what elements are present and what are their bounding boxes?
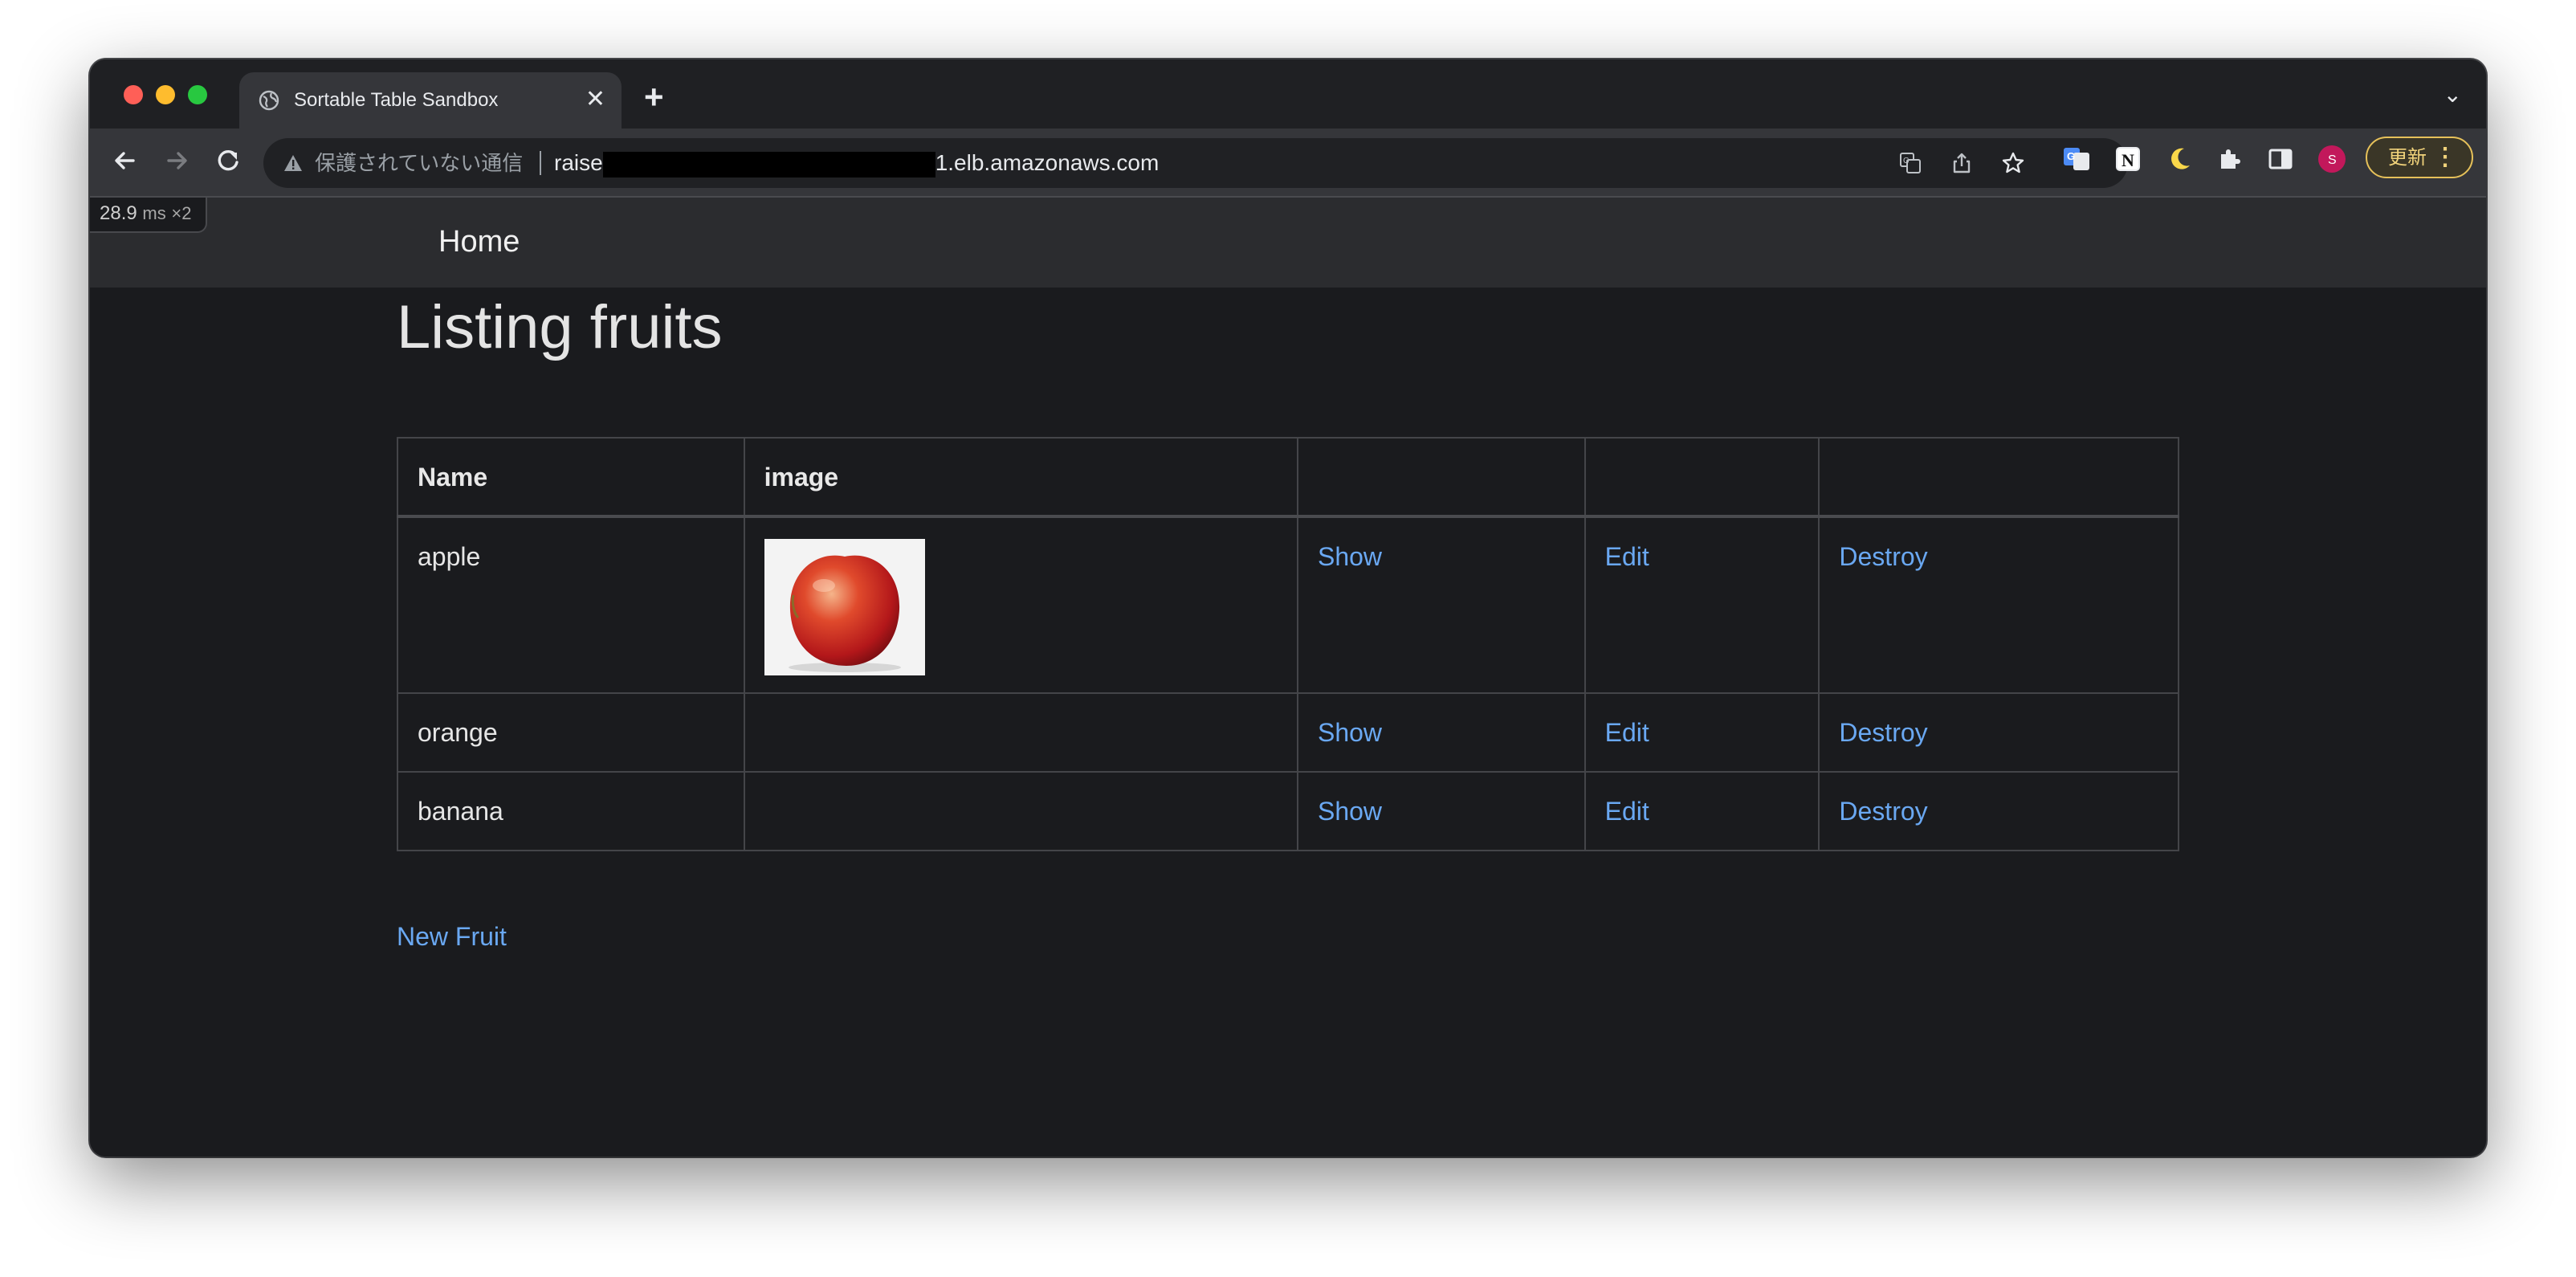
cell-destroy: Destroy <box>1818 516 2179 694</box>
more-menu-icon[interactable]: ⋮ <box>2433 144 2457 171</box>
cell-edit: Edit <box>1584 771 1820 851</box>
reload-icon[interactable] <box>210 143 246 178</box>
url-prefix: raise <box>554 150 603 175</box>
edit-link[interactable]: Edit <box>1605 797 1649 826</box>
browser-toolbar: 保護されていない通信 raise 1.elb.amazonaws.com G G … <box>90 129 2486 198</box>
close-window-button[interactable] <box>124 85 143 104</box>
url-text[interactable]: raise 1.elb.amazonaws.com <box>554 149 1159 177</box>
cell-name: banana <box>397 771 745 851</box>
table-row: banana Show Edit Destroy <box>397 771 2179 851</box>
table-row: orange Show Edit Destroy <box>397 692 2179 773</box>
side-panel-icon[interactable] <box>2266 145 2295 173</box>
google-translate-ext-icon[interactable]: G <box>2062 145 2091 173</box>
extensions-puzzle-icon[interactable] <box>2215 145 2244 173</box>
cell-name: orange <box>397 692 745 773</box>
cell-image <box>743 516 1298 694</box>
cell-destroy: Destroy <box>1818 692 2179 773</box>
column-header-image[interactable]: image <box>743 437 1298 517</box>
update-label: 更新 <box>2388 147 2427 169</box>
cell-image <box>743 771 1298 851</box>
cell-show: Show <box>1296 516 1586 694</box>
browser-window: Sortable Table Sandbox ✕ + ⌄ 保護されていない通信 … <box>90 59 2486 1157</box>
perf-badge: 28.9 ms ×2 <box>90 198 208 233</box>
svg-text:N: N <box>2122 150 2134 170</box>
perf-multiplier: ×2 <box>171 203 192 223</box>
translate-icon[interactable]: G <box>1898 151 1922 175</box>
tab-title: Sortable Table Sandbox <box>294 89 499 111</box>
url-separator <box>540 151 541 175</box>
maximize-window-button[interactable] <box>188 85 207 104</box>
forward-arrow-icon[interactable] <box>159 143 194 178</box>
svg-text:G: G <box>2067 150 2075 162</box>
redacted-block <box>602 151 935 177</box>
edit-link[interactable]: Edit <box>1605 718 1649 747</box>
cell-show: Show <box>1296 771 1586 851</box>
address-bar[interactable]: 保護されていない通信 raise 1.elb.amazonaws.com G <box>263 138 2128 188</box>
minimize-window-button[interactable] <box>156 85 175 104</box>
site-navbar: Home <box>90 198 2486 288</box>
show-link[interactable]: Show <box>1318 797 1382 826</box>
not-secure-label[interactable]: 保護されていない通信 <box>315 149 523 177</box>
tab-sortable-table-sandbox[interactable]: Sortable Table Sandbox ✕ <box>239 72 622 129</box>
notion-ext-icon[interactable]: N <box>2113 145 2142 173</box>
column-header-name[interactable]: Name <box>397 437 745 517</box>
new-fruit-link[interactable]: New Fruit <box>397 920 507 953</box>
cell-image <box>743 692 1298 773</box>
new-tab-button[interactable]: + <box>644 80 664 114</box>
column-header-show <box>1296 437 1586 517</box>
edit-link[interactable]: Edit <box>1605 542 1649 571</box>
apple-image <box>764 539 925 675</box>
destroy-link[interactable]: Destroy <box>1839 718 1927 747</box>
close-tab-icon[interactable]: ✕ <box>585 86 605 113</box>
share-icon[interactable] <box>1950 151 1974 175</box>
perf-value: 28.9 <box>100 202 137 224</box>
show-link[interactable]: Show <box>1318 542 1382 571</box>
cell-edit: Edit <box>1584 516 1820 694</box>
destroy-link[interactable]: Destroy <box>1839 542 1927 571</box>
tab-strip: Sortable Table Sandbox ✕ + ⌄ <box>90 59 2486 129</box>
update-button[interactable]: 更新 ⋮ <box>2366 137 2473 178</box>
url-suffix: 1.elb.amazonaws.com <box>935 150 1160 175</box>
cell-destroy: Destroy <box>1818 771 2179 851</box>
table-header-row: Name image <box>397 437 2179 517</box>
column-header-destroy <box>1818 437 2179 517</box>
destroy-link[interactable]: Destroy <box>1839 797 1927 826</box>
avatar[interactable]: S <box>2317 145 2346 173</box>
globe-icon <box>259 90 279 111</box>
table-row: apple Show Edit Destroy <box>397 516 2179 694</box>
tab-search-chevron-icon[interactable]: ⌄ <box>2444 84 2462 106</box>
cell-name: apple <box>397 516 745 694</box>
page-title: Listing fruits <box>397 293 723 361</box>
warning-icon <box>284 155 302 171</box>
dark-mode-moon-icon[interactable] <box>2165 145 2194 173</box>
column-header-edit <box>1584 437 1820 517</box>
cell-edit: Edit <box>1584 692 1820 773</box>
perf-unit: ms <box>142 203 166 223</box>
back-arrow-icon[interactable] <box>108 143 143 178</box>
cell-show: Show <box>1296 692 1586 773</box>
fruits-table: Name image apple Show Edit Destroy orang… <box>397 437 2179 851</box>
svg-text:G: G <box>1903 157 1910 165</box>
show-link[interactable]: Show <box>1318 718 1382 747</box>
avatar-initial: S <box>2328 153 2337 167</box>
bookmark-star-icon[interactable] <box>2001 151 2025 175</box>
page-content: Home 28.9 ms ×2 Listing fruits Name imag… <box>90 198 2486 1157</box>
nav-home-link[interactable]: Home <box>438 223 520 260</box>
